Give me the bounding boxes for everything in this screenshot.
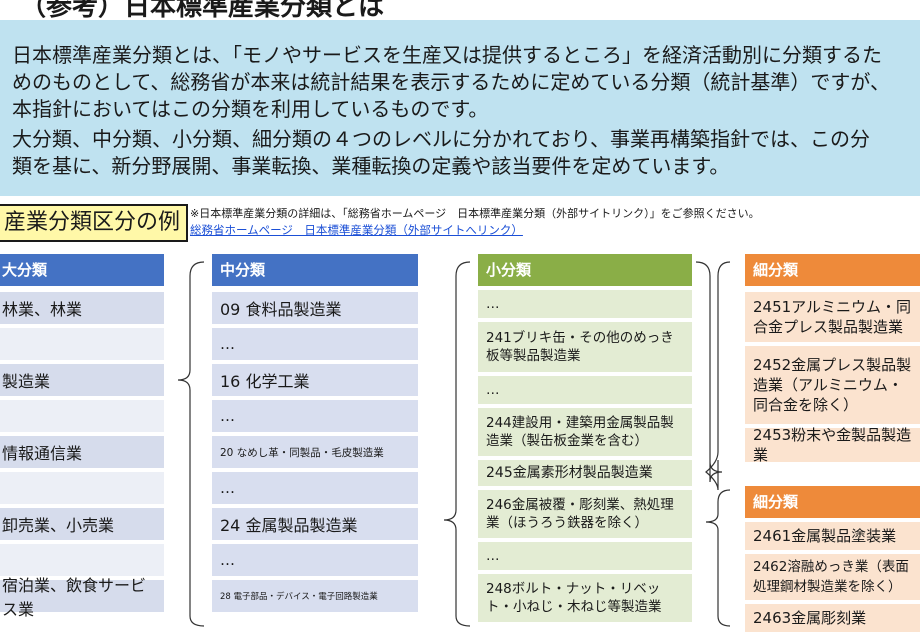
bracket-saibunrui-2 [705,489,731,627]
bracket-connectors [177,261,731,627]
bracket-chubunrui [177,261,205,627]
bracket-shobunrui [443,261,471,627]
